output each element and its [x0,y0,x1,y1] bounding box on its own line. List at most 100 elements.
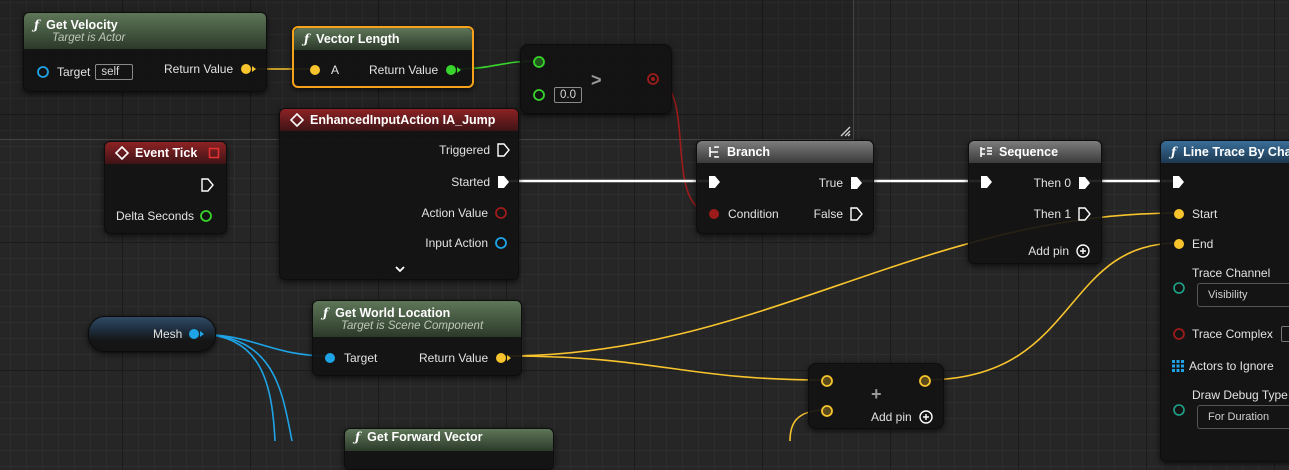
float-pin-a-icon[interactable] [532,55,546,69]
trace-complex-label: Trace Complex [1192,327,1273,341]
add-pin-button[interactable]: Add pin [1028,243,1091,259]
draw-debug-type-label: Draw Debug Type [1192,388,1288,402]
event-tick-node[interactable]: Event Tick Delta Seconds [104,141,227,234]
b-value-field[interactable]: 0.0 [554,87,582,103]
started-label: Started [451,175,490,189]
array-pin-icon[interactable] [1172,360,1184,372]
vector-pin-a-icon[interactable] [820,374,834,388]
wire-location-to-add [504,355,827,381]
target-pin-label: Target [344,351,378,365]
node-header[interactable]: ƒ Line Trace By Cha [1161,141,1289,163]
line-trace-node[interactable]: ƒ Line Trace By Cha Start End Trace Chann… [1160,140,1289,462]
vector-length-node[interactable]: ƒ Vector Length A Return Value [292,26,474,88]
add-pin-button[interactable]: Add pin [871,409,934,425]
vector-pin-b-icon[interactable] [820,404,834,418]
exec-pin-icon[interactable] [1077,176,1091,190]
wire-mesh-to-location [195,333,330,357]
exec-in-pin-icon[interactable] [1171,175,1185,189]
node-title: Get World Location [335,306,451,320]
vector-pin-icon[interactable] [494,351,516,365]
target-self-field[interactable]: self [95,64,134,80]
draw-debug-type-value: For Duration [1208,411,1270,423]
sequence-node[interactable]: Sequence Then 0 Then 1 Add pin [968,140,1102,264]
get-world-location-node[interactable]: ƒ Get World Location Target is Scene Comp… [312,300,522,376]
node-header[interactable]: Event Tick [105,142,226,164]
draw-debug-type-dropdown[interactable]: For Duration [1197,405,1289,429]
exec-pin-icon[interactable] [849,176,863,190]
float-pin-icon[interactable] [444,63,466,77]
trace-channel-label: Trace Channel [1192,266,1271,280]
node-title: Line Trace By Cha [1183,145,1289,159]
node-header[interactable]: ƒ Get World Location Target is Scene Comp… [313,301,521,337]
condition-label: Condition [728,207,779,221]
target-pin-label: Target [57,65,91,79]
node-title: Get Velocity [46,18,118,32]
get-velocity-node[interactable]: ƒ Get Velocity Target is Actor Target sel… [23,12,267,92]
trace-channel-dropdown[interactable]: Visibility [1197,283,1289,307]
add-node[interactable]: + Add pin [808,363,944,429]
function-icon: ƒ [1171,145,1177,159]
node-header[interactable]: Branch [697,141,873,163]
node-header[interactable]: EnhancedInputAction IA_Jump [280,109,518,131]
input-action-node[interactable]: EnhancedInputAction IA_Jump Triggered St… [279,108,519,280]
object-pin-icon[interactable] [36,65,50,79]
vector-pin-icon[interactable] [1172,207,1186,221]
object-pin-icon[interactable] [323,351,337,365]
operator-label: > [591,70,602,90]
exec-in-pin-icon[interactable] [707,175,721,189]
object-pin-icon[interactable] [494,236,508,250]
exec-pin-icon[interactable] [1077,207,1091,221]
vector-out-pin-icon[interactable] [918,374,932,388]
chevron-down-icon[interactable] [394,264,406,274]
function-icon: ƒ [304,32,310,46]
plus-circle-icon [1076,244,1090,258]
float-pin-b-icon[interactable] [532,88,546,102]
return-value-label: Return Value [369,63,439,77]
node-header[interactable]: Sequence [969,141,1101,163]
true-label: True [818,176,843,190]
then1-label: Then 1 [1033,207,1071,221]
vector-pin-icon[interactable] [1172,237,1186,251]
bool-pin-icon[interactable] [494,206,508,220]
node-title: Get Forward Vector [367,430,483,444]
float-pin-icon[interactable] [199,209,213,223]
event-icon [290,113,304,127]
node-header[interactable]: ƒ Get Velocity Target is Actor [24,13,266,49]
enum-pin-icon[interactable] [1172,403,1186,417]
mesh-variable-node[interactable]: Mesh [88,316,216,352]
exec-out-pin-icon[interactable] [200,178,214,192]
vector-pin-icon[interactable] [308,63,322,77]
trace-channel-value: Visibility [1208,289,1248,301]
enum-pin-icon[interactable] [1172,281,1186,295]
exec-pin-icon[interactable] [496,143,510,157]
branch-node[interactable]: Branch True Condition False [696,140,874,234]
bool-pin-icon[interactable] [1172,327,1186,341]
event-icon [115,146,129,160]
function-icon: ƒ [355,430,361,444]
node-title: Branch [727,145,771,159]
plus-circle-icon [919,410,933,424]
vector-pin-icon[interactable] [239,62,261,76]
function-icon: ƒ [323,306,329,320]
exec-in-pin-icon[interactable] [979,175,993,189]
get-forward-vector-node[interactable]: ƒ Get Forward Vector [344,428,554,470]
triggered-label: Triggered [439,143,490,157]
delegate-pin-icon[interactable] [208,147,220,159]
bool-pin-icon[interactable] [646,72,660,86]
delta-seconds-label: Delta Seconds [116,209,195,223]
operator-label: + [871,384,882,404]
greater-than-node[interactable]: 0.0 > [520,44,672,114]
exec-pin-icon[interactable] [496,175,510,189]
exec-pin-icon[interactable] [849,207,863,221]
object-pin-icon[interactable] [187,327,209,341]
node-header[interactable]: ƒ Get Forward Vector [345,429,553,451]
sequence-icon [980,147,992,157]
node-header[interactable]: ƒ Vector Length [294,28,472,50]
then0-label: Then 0 [1033,176,1071,190]
node-title: Sequence [999,145,1059,159]
a-pin-label: A [331,63,340,77]
function-icon: ƒ [34,18,40,32]
bool-pin-icon[interactable] [707,207,721,221]
trace-complex-checkbox[interactable] [1280,326,1289,342]
branch-icon [709,146,719,158]
